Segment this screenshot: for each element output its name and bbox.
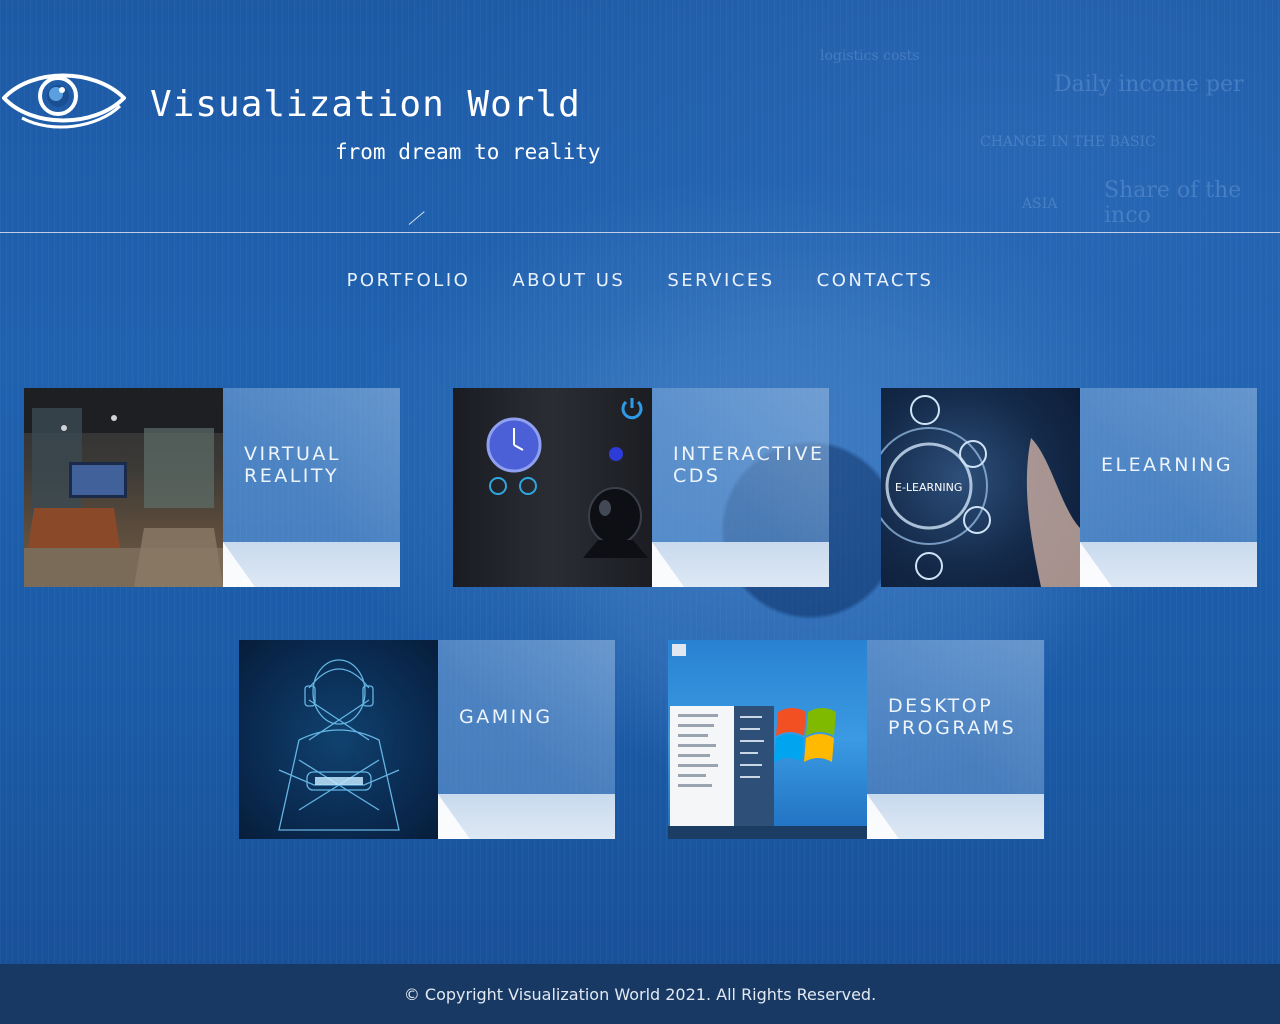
card-virtual-reality[interactable]: VIRTUAL REALITY: [24, 388, 400, 587]
background-text: logistics costs: [820, 48, 920, 64]
card-label: GAMING: [459, 706, 553, 728]
background-text: ASIA: [1022, 196, 1058, 212]
card-gaming[interactable]: GAMING: [239, 640, 615, 839]
footer: © Copyright Visualization World 2021. Al…: [0, 964, 1280, 1024]
card-label: ELEARNING: [1101, 454, 1234, 476]
card-desktop-programs[interactable]: DESKTOP PROGRAMS: [668, 640, 1044, 839]
card-panel: ELEARNING: [1080, 388, 1257, 587]
nav-services[interactable]: SERVICES: [667, 270, 774, 291]
card-panel: DESKTOP PROGRAMS: [867, 640, 1044, 839]
card-label: INTERACTIVE CDS: [673, 443, 825, 487]
card-label: DESKTOP PROGRAMS: [888, 695, 1017, 739]
nav-portfolio[interactable]: PORTFOLIO: [347, 270, 471, 291]
windows-start-menu-image: [668, 640, 867, 839]
card-label: VIRTUAL REALITY: [244, 443, 342, 487]
gamer-wireframe-image: [239, 640, 438, 839]
background-text: CHANGE IN THE BASIC: [980, 134, 1156, 150]
nav-contacts[interactable]: CONTACTS: [817, 270, 934, 291]
card-panel: GAMING: [438, 640, 615, 839]
eye-logo-icon[interactable]: [1, 68, 127, 134]
site-title[interactable]: Visualization World: [150, 84, 581, 125]
divider-accent: [408, 211, 425, 225]
background-text: Daily income per: [1054, 72, 1244, 97]
card-panel: VIRTUAL REALITY: [223, 388, 400, 587]
site-tagline: from dream to reality: [335, 140, 601, 164]
nav-about-us[interactable]: ABOUT US: [512, 270, 625, 291]
copyright-text: © Copyright Visualization World 2021. Al…: [403, 984, 877, 1004]
card-elearning[interactable]: E-LEARNING ELEARNING: [881, 388, 1257, 587]
e-learning-text: E-LEARNING: [895, 481, 962, 494]
header-divider: [0, 232, 1280, 233]
main-nav: PORTFOLIO ABOUT US SERVICES CONTACTS: [0, 270, 1280, 291]
background-text: Share of the inco: [1104, 178, 1242, 228]
card-interactive-cds[interactable]: INTERACTIVE CDS: [453, 388, 829, 587]
clock-widget-image: [453, 388, 652, 587]
card-panel: INTERACTIVE CDS: [652, 388, 829, 587]
e-learning-image: E-LEARNING: [881, 388, 1080, 587]
vr-living-room-image: [24, 388, 223, 587]
